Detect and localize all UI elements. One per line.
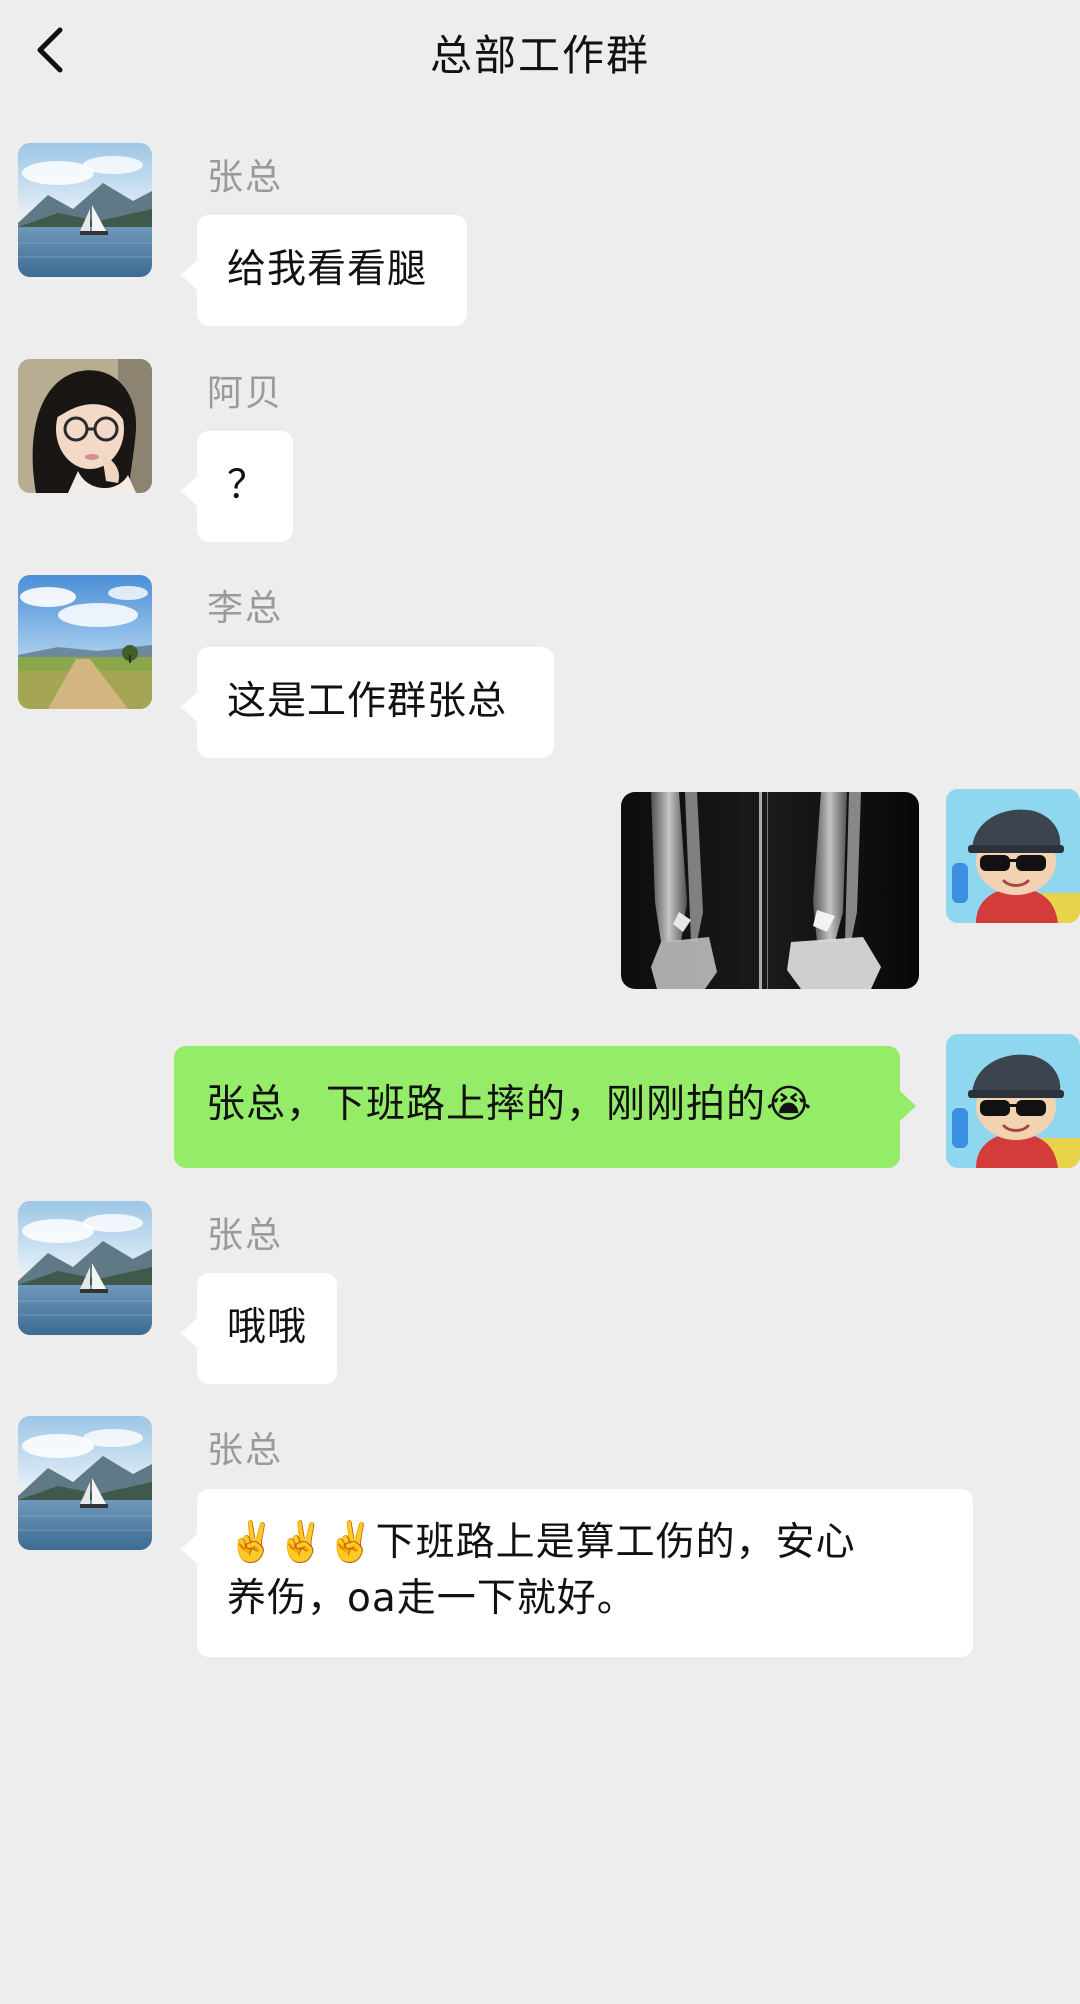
chat-header: 总部工作群 <box>0 0 1080 104</box>
message-bubble[interactable]: ✌️✌️✌️下班路上是算工伤的，安心 养伤，oa走一下就好。 <box>181 1489 973 1657</box>
message-bubble[interactable]: ？ <box>181 431 293 542</box>
sender-name: 张总 <box>207 1430 284 1471</box>
sender-name: 张总 <box>207 1215 284 1256</box>
girl-glasses-avatar[interactable] <box>18 359 152 493</box>
sailboat-lake-avatar[interactable] <box>18 143 152 277</box>
sender-name: 张总 <box>207 157 284 198</box>
sender-name: 李总 <box>207 588 284 629</box>
message-bubble[interactable]: 哦哦 <box>181 1273 337 1384</box>
message-bubble[interactable]: 这是工作群张总 <box>181 647 554 758</box>
leg-xray-photo[interactable] <box>621 792 919 989</box>
message-bubble[interactable]: 给我看看腿 <box>181 215 467 326</box>
cartoon-boy-sunglasses-avatar[interactable] <box>946 1034 1080 1168</box>
sailboat-lake-avatar[interactable] <box>18 1416 152 1550</box>
cartoon-boy-sunglasses-avatar[interactable] <box>946 789 1080 923</box>
message-bubble-outgoing[interactable]: 张总，下班路上摔的，刚刚拍的😭 <box>174 1046 916 1168</box>
sender-name: 阿贝 <box>207 373 284 414</box>
country-road-avatar[interactable] <box>18 575 152 709</box>
sailboat-lake-avatar[interactable] <box>18 1201 152 1335</box>
page-title: 总部工作群 <box>429 31 650 80</box>
